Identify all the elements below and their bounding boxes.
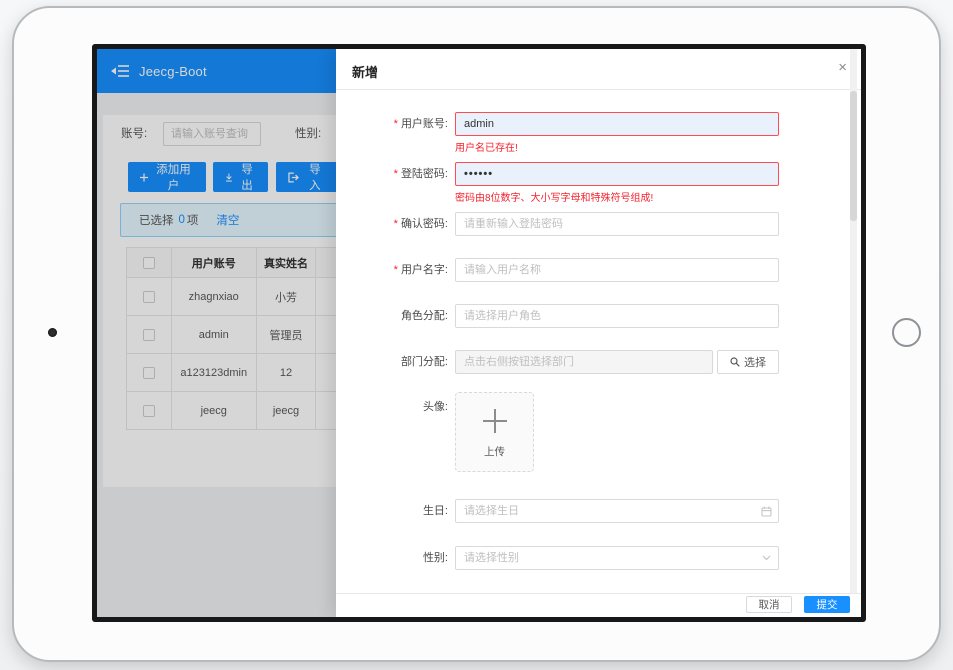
role-label: 角色分配:	[336, 304, 448, 328]
tablet-frame: Jeecg-Boot 账号: 性别: 添加用户 导出 导入 已选择 0 项	[12, 6, 941, 662]
confirm-password-input[interactable]	[455, 212, 779, 236]
modal-title: 新增	[352, 62, 378, 81]
avatar-upload-box[interactable]: 上传	[455, 392, 534, 472]
account-error: 用户名已存在!	[455, 139, 518, 154]
home-button[interactable]	[892, 318, 921, 347]
department-label: 部门分配:	[336, 350, 448, 374]
account-input[interactable]	[455, 112, 779, 136]
plus-icon	[480, 406, 510, 436]
gender-label: 性别:	[336, 546, 448, 570]
add-user-modal: 新增 × *用户账号: 用户名已存在! *登陆密码: 密码由8位数字、大小写字母…	[336, 49, 861, 617]
upload-label: 上传	[484, 444, 505, 459]
gender-select[interactable]	[455, 546, 779, 570]
user-name-input[interactable]	[455, 258, 779, 282]
submit-button[interactable]: 提交	[804, 596, 850, 613]
screen-bezel: Jeecg-Boot 账号: 性别: 添加用户 导出 导入 已选择 0 项	[92, 44, 866, 622]
modal-footer: 取消 提交	[336, 593, 861, 617]
modal-header: 新增 ×	[336, 49, 861, 90]
account-label: *用户账号:	[336, 112, 448, 136]
confirm-password-label: *确认密码:	[336, 212, 448, 236]
avatar-label: 头像:	[336, 395, 448, 419]
cancel-button[interactable]: 取消	[746, 596, 792, 613]
search-icon	[730, 357, 740, 367]
camera-dot	[48, 328, 57, 337]
user-name-label: *用户名字:	[336, 258, 448, 282]
password-label: *登陆密码:	[336, 162, 448, 186]
birthday-label: 生日:	[336, 499, 448, 523]
app-viewport: Jeecg-Boot 账号: 性别: 添加用户 导出 导入 已选择 0 项	[97, 49, 861, 617]
department-select-label: 选择	[744, 354, 766, 370]
role-input[interactable]	[455, 304, 779, 328]
department-select-button[interactable]: 选择	[717, 350, 779, 374]
password-input[interactable]	[455, 162, 779, 186]
birthday-input[interactable]	[455, 499, 779, 523]
close-icon[interactable]: ×	[838, 60, 847, 75]
modal-scrollbar-track	[850, 49, 857, 593]
department-input	[455, 350, 713, 374]
modal-scrollbar-thumb[interactable]	[850, 91, 857, 221]
password-error: 密码由8位数字、大小写字母和特殊符号组成!	[455, 189, 653, 204]
